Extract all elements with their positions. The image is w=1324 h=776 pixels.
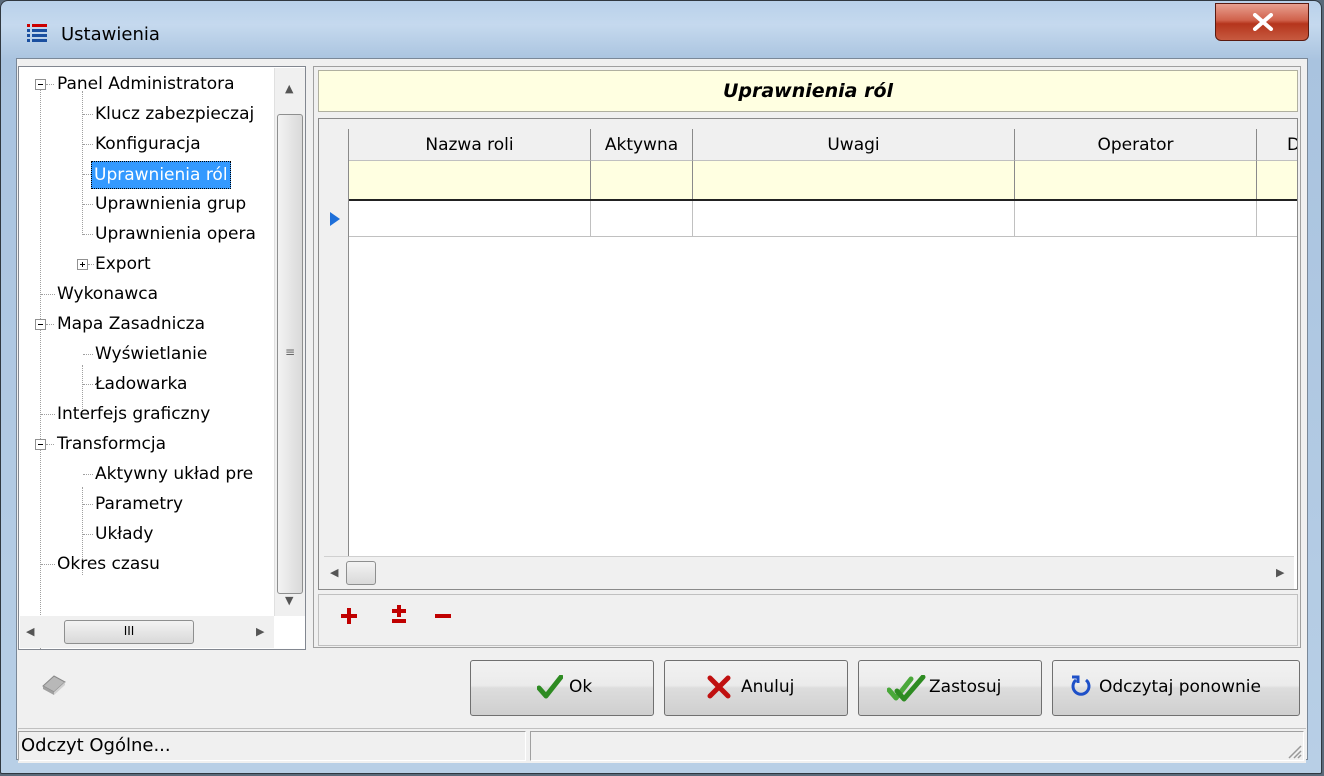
book-icon	[42, 675, 66, 695]
collapse-icon[interactable]	[35, 439, 46, 450]
scroll-right-icon[interactable]: ▶	[256, 625, 264, 638]
column-header-operator[interactable]: Operator	[1015, 129, 1257, 161]
app-icon	[27, 24, 47, 42]
close-button[interactable]	[1215, 3, 1309, 41]
row-indicator-column	[319, 129, 349, 589]
title-bar[interactable]: Ustawienia	[1, 1, 1321, 53]
filter-cell-d[interactable]	[1257, 161, 1297, 199]
column-header-aktywna[interactable]: Aktywna	[591, 129, 693, 161]
grid-cell[interactable]	[591, 201, 693, 237]
scroll-left-icon[interactable]: ◀	[26, 625, 34, 638]
grid-toolbar	[318, 594, 1298, 646]
close-icon	[1253, 13, 1273, 31]
tree-line	[82, 91, 84, 235]
edit-row-button[interactable]	[385, 605, 413, 633]
column-header-nazwa-roli[interactable]: Nazwa roli	[349, 129, 591, 161]
plus-icon	[341, 608, 357, 624]
collapse-icon[interactable]	[35, 319, 46, 330]
grid-horizontal-scrollbar[interactable]: ◀ ▶	[324, 556, 1294, 589]
scroll-down-icon[interactable]: ▼	[285, 594, 293, 607]
cancel-button[interactable]: Anuluj	[664, 660, 848, 716]
double-checkmark-icon	[887, 675, 926, 702]
delete-row-button[interactable]	[429, 605, 457, 633]
filter-cell-nazwa-roli[interactable]	[349, 161, 591, 199]
scroll-right-icon[interactable]: ▶	[1276, 566, 1284, 579]
minus-icon	[435, 614, 451, 618]
apply-button[interactable]: Zastosuj	[858, 660, 1042, 716]
scroll-left-icon[interactable]: ◀	[330, 566, 338, 579]
collapse-icon[interactable]	[35, 79, 46, 90]
checkmark-icon	[537, 675, 563, 699]
plus-minus-icon	[392, 605, 406, 623]
ok-button[interactable]: Ok	[470, 660, 654, 716]
grip-icon: ≡	[285, 345, 296, 359]
column-header-d[interactable]: D	[1257, 129, 1297, 161]
grid-horizontal-scroll-thumb[interactable]	[346, 561, 376, 585]
settings-tree[interactable]: Panel Administratora Klucz zabezpieczaj …	[18, 66, 306, 650]
status-pane-secondary	[530, 731, 1304, 761]
tree-vertical-scroll-thumb[interactable]: ≡	[277, 114, 303, 594]
filter-cell-operator[interactable]	[1015, 161, 1257, 199]
expand-icon[interactable]	[77, 259, 88, 270]
grid-cell[interactable]	[693, 201, 1015, 237]
panel-title: Uprawnienia ról	[318, 70, 1298, 112]
resize-grip-icon[interactable]	[1286, 743, 1302, 759]
tree-horizontal-scroll-thumb[interactable]: III	[64, 620, 194, 644]
current-row-icon	[330, 212, 340, 226]
status-bar: Odczyt Ogólne...	[18, 728, 1306, 763]
tree-horizontal-scrollbar[interactable]: ◀ III ▶	[20, 616, 274, 648]
reload-button[interactable]: Odczytaj ponownie	[1052, 660, 1300, 716]
window-title: Ustawienia	[61, 24, 160, 45]
grid-cell[interactable]	[1257, 201, 1297, 237]
filter-cell-aktywna[interactable]	[591, 161, 693, 199]
scroll-up-icon[interactable]: ▲	[285, 82, 293, 95]
column-header-uwagi[interactable]: Uwagi	[693, 129, 1015, 161]
grid-cell[interactable]	[349, 201, 591, 237]
status-text: Odczyt Ogólne...	[18, 731, 526, 761]
add-row-button[interactable]	[335, 605, 363, 633]
tree-vertical-scrollbar[interactable]: ▲ ≡ ▼	[274, 68, 305, 616]
filter-cell-uwagi[interactable]	[693, 161, 1015, 199]
grid-cell[interactable]	[1015, 201, 1257, 237]
roles-grid[interactable]: Nazwa roli Aktywna Uwagi Operator D	[318, 118, 1298, 590]
cross-icon	[707, 675, 731, 699]
refresh-icon	[1071, 675, 1091, 696]
